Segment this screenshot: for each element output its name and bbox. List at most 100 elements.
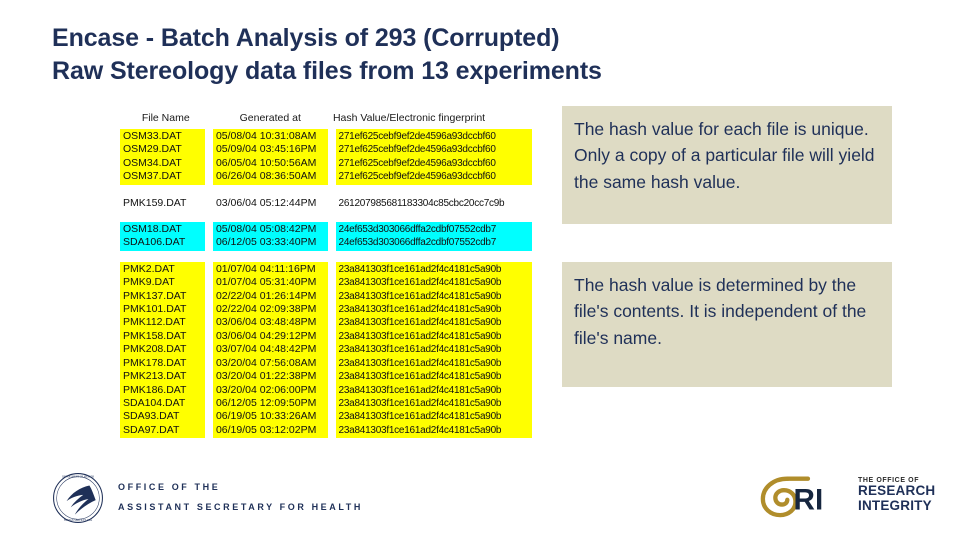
table-header-row: File Name Generated at Hash Value/Electr… <box>120 112 532 129</box>
slide-footer: DEPARTMENT OF HEALTH HUMAN SERVICES USA … <box>0 462 960 540</box>
cell-file: PMK178.DAT <box>123 356 187 369</box>
cell-generated: 06/05/04 10:50:56AM <box>215 156 317 169</box>
cell-file: OSM33.DAT <box>123 130 182 142</box>
cell-hash: 23a841303f1ce161ad2f4c4181c5a90b <box>338 397 502 409</box>
title-line-2-part-b: data files from 13 experiments <box>245 57 602 85</box>
hhs-line-1: OFFICE OF THE <box>118 482 221 493</box>
cell-hash: 23a841303f1ce161ad2f4c4181c5a90b <box>338 357 502 369</box>
hhs-branding: DEPARTMENT OF HEALTH HUMAN SERVICES USA … <box>52 472 363 524</box>
cell-generated: 06/12/05 03:33:40PM <box>215 236 317 249</box>
cell-hash: 23a841303f1ce161ad2f4c4181c5a90b <box>338 263 502 275</box>
cell-file: OSM37.DAT <box>123 170 182 183</box>
cell-file: SDA106.DAT <box>123 236 186 249</box>
hhs-seal-icon: DEPARTMENT OF HEALTH HUMAN SERVICES USA <box>53 473 103 523</box>
cell-hash: 23a841303f1ce161ad2f4c4181c5a90b <box>338 344 502 356</box>
ori-wordmark: THE OFFICE OF RESEARCH INTEGRITY ® <box>858 477 935 514</box>
file-group: PMK159.DAT 03/06/04 05:12:44PM 26120798568… <box>120 196 532 211</box>
hhs-wordmark: OFFICE OF THE ASSISTANT SECRETARY FOR HE… <box>118 478 363 518</box>
cell-hash: 23a841303f1ce161ad2f4c4181c5a90b <box>338 424 502 436</box>
cell-hash: 23a841303f1ce161ad2f4c4181c5a90b <box>338 411 502 423</box>
cell-hash: 23a841303f1ce161ad2f4c4181c5a90b <box>338 304 502 316</box>
cell-generated: 02/22/04 02:09:38PM <box>215 303 317 316</box>
cell-hash: 24ef653d303066dffa2cdbf07552cdb7 <box>338 237 497 249</box>
ori-word-research: RESEARCH <box>858 483 936 499</box>
cell-file: PMK158.DAT <box>123 329 187 342</box>
column-header-generated-at: Generated at <box>239 112 301 124</box>
cell-generated: 06/26/04 08:36:50AM <box>215 170 317 183</box>
cell-file: SDA97.DAT <box>123 423 180 436</box>
cell-generated: 01/07/04 04:11:16PM <box>215 262 316 275</box>
callout-unique-text: The hash value for each file is unique. … <box>574 119 875 192</box>
column-hash: 261207985681183304c85cbc20cc7c9b <box>336 196 532 211</box>
ori-branding: RI THE OFFICE OF RESEARCH INTEGRITY ® <box>758 472 935 518</box>
title-line-2-part-a: Raw Stereology <box>52 57 245 85</box>
cell-generated: 03/06/04 05:12:44PM <box>215 196 317 209</box>
file-group: OSM33.DAT OSM29.DAT OSM34.DAT OSM37.DAT 05/0… <box>120 129 532 185</box>
table-body: OSM33.DAT OSM29.DAT OSM34.DAT OSM37.DAT 05/0… <box>120 129 532 439</box>
cell-generated: 01/07/04 05:31:40PM <box>215 276 317 289</box>
cell-hash: 23a841303f1ce161ad2f4c4181c5a90b <box>338 277 502 289</box>
cell-file: PMK101.DAT <box>123 303 187 316</box>
title-line-1: Encase - Batch Analysis of 293 (Corrupte… <box>52 24 560 52</box>
cell-file: PMK186.DAT <box>123 383 187 396</box>
cell-hash: 24ef653d303066dffa2cdbf07552cdb7 <box>338 224 497 236</box>
column-hash: 271ef625cebf9ef2de4596a93dccbf60 271ef625… <box>335 129 532 185</box>
page-title: Encase - Batch Analysis of 293 (Corrupte… <box>52 22 792 88</box>
cell-hash: 23a841303f1ce161ad2f4c4181c5a90b <box>338 384 502 396</box>
cell-generated: 05/08/04 05:08:42PM <box>215 223 317 236</box>
cell-generated: 06/19/05 10:33:26AM <box>215 410 317 423</box>
cell-generated: 05/09/04 03:45:16PM <box>215 143 317 156</box>
cell-generated: 02/22/04 01:26:14PM <box>215 289 317 302</box>
ori-word-integrity: INTEGRITY <box>858 497 932 513</box>
cell-file: PMK159.DAT <box>123 196 187 209</box>
cell-generated: 03/06/04 04:29:12PM <box>215 329 317 342</box>
cell-generated: 03/20/04 02:06:00PM <box>215 383 317 396</box>
cell-hash: 271ef625cebf9ef2de4596a93dccbf60 <box>338 157 496 169</box>
column-file: OSM18.DAT SDA106.DAT <box>120 222 205 251</box>
cell-hash: 271ef625cebf9ef2de4596a93dccbf60 <box>338 131 496 142</box>
column-generated: 01/07/04 04:11:16PM 01/07/04 05:31:40PM 02… <box>212 261 328 439</box>
cell-generated: 03/20/04 01:22:38PM <box>215 370 317 383</box>
cell-hash: 23a841303f1ce161ad2f4c4181c5a90b <box>338 290 502 302</box>
svg-text:RI: RI <box>794 483 824 516</box>
ori-logo-icon: RI <box>760 476 824 518</box>
cell-generated: 05/08/04 10:31:08AM <box>215 130 317 142</box>
cell-file: PMK137.DAT <box>123 289 187 302</box>
cell-file: SDA93.DAT <box>123 410 180 423</box>
column-file: OSM33.DAT OSM29.DAT OSM34.DAT OSM37.DAT <box>120 129 205 185</box>
cell-hash: 23a841303f1ce161ad2f4c4181c5a90b <box>338 371 502 383</box>
column-hash: 23a841303f1ce161ad2f4c4181c5a90b 23a84130… <box>335 261 532 439</box>
file-group: OSM18.DAT SDA106.DAT 05/08/04 05:08:42PM 06… <box>120 222 532 251</box>
cell-generated: 03/07/04 04:48:42PM <box>215 343 317 356</box>
cell-generated: 03/20/04 07:56:08AM <box>215 356 317 369</box>
column-generated: 03/06/04 05:12:44PM <box>213 196 328 211</box>
column-header-hash-value: Hash Value/Electronic fingerprint <box>332 112 486 124</box>
cell-hash: 23a841303f1ce161ad2f4c4181c5a90b <box>338 330 502 342</box>
callout-hash-contents: The hash value is determined by the file… <box>562 262 892 387</box>
cell-file: OSM29.DAT <box>123 143 182 156</box>
cell-hash: 271ef625cebf9ef2de4596a93dccbf60 <box>338 144 496 156</box>
file-group: PMK2.DAT PMK9.DAT PMK137.DAT PMK101.DAT PMK1… <box>120 261 532 439</box>
column-file: PMK2.DAT PMK9.DAT PMK137.DAT PMK101.DAT PMK1… <box>120 261 205 439</box>
cell-file: PMK213.DAT <box>123 370 187 383</box>
column-header-file-name: File Name <box>141 112 190 124</box>
cell-file: OSM18.DAT <box>123 223 182 236</box>
cell-file: OSM34.DAT <box>123 156 182 169</box>
cell-hash: 261207985681183304c85cbc20cc7c9b <box>338 197 505 209</box>
cell-generated: 06/19/05 03:12:02PM <box>215 423 317 436</box>
cell-file: PMK208.DAT <box>123 343 187 356</box>
title-line-2: Raw Stereology data files from 13 experi… <box>52 55 792 88</box>
column-generated: 05/08/04 05:08:42PM 06/12/05 03:33:40PM <box>212 222 328 251</box>
column-file: PMK159.DAT <box>120 196 205 211</box>
cell-generated: 06/12/05 12:09:50PM <box>215 396 317 409</box>
cell-generated: 03/06/04 03:48:48PM <box>215 316 317 329</box>
cell-hash: 271ef625cebf9ef2de4596a93dccbf60 <box>338 171 496 183</box>
column-hash: 24ef653d303066dffa2cdbf07552cdb7 24ef653d… <box>335 222 532 251</box>
svg-text:DEPARTMENT OF HEALTH: DEPARTMENT OF HEALTH <box>62 476 94 479</box>
evidence-file-table: File Name Generated at Hash Value/Electr… <box>120 112 532 439</box>
column-generated: 05/08/04 10:31:08AM 05/09/04 03:45:16PM 06… <box>212 129 328 185</box>
cell-hash: 23a841303f1ce161ad2f4c4181c5a90b <box>338 317 502 329</box>
cell-file: PMK112.DAT <box>123 316 186 329</box>
hhs-line-2: ASSISTANT SECRETARY FOR HEALTH <box>118 502 364 512</box>
callout-hash-uniqueness: The hash value for each file is unique. … <box>562 106 892 224</box>
